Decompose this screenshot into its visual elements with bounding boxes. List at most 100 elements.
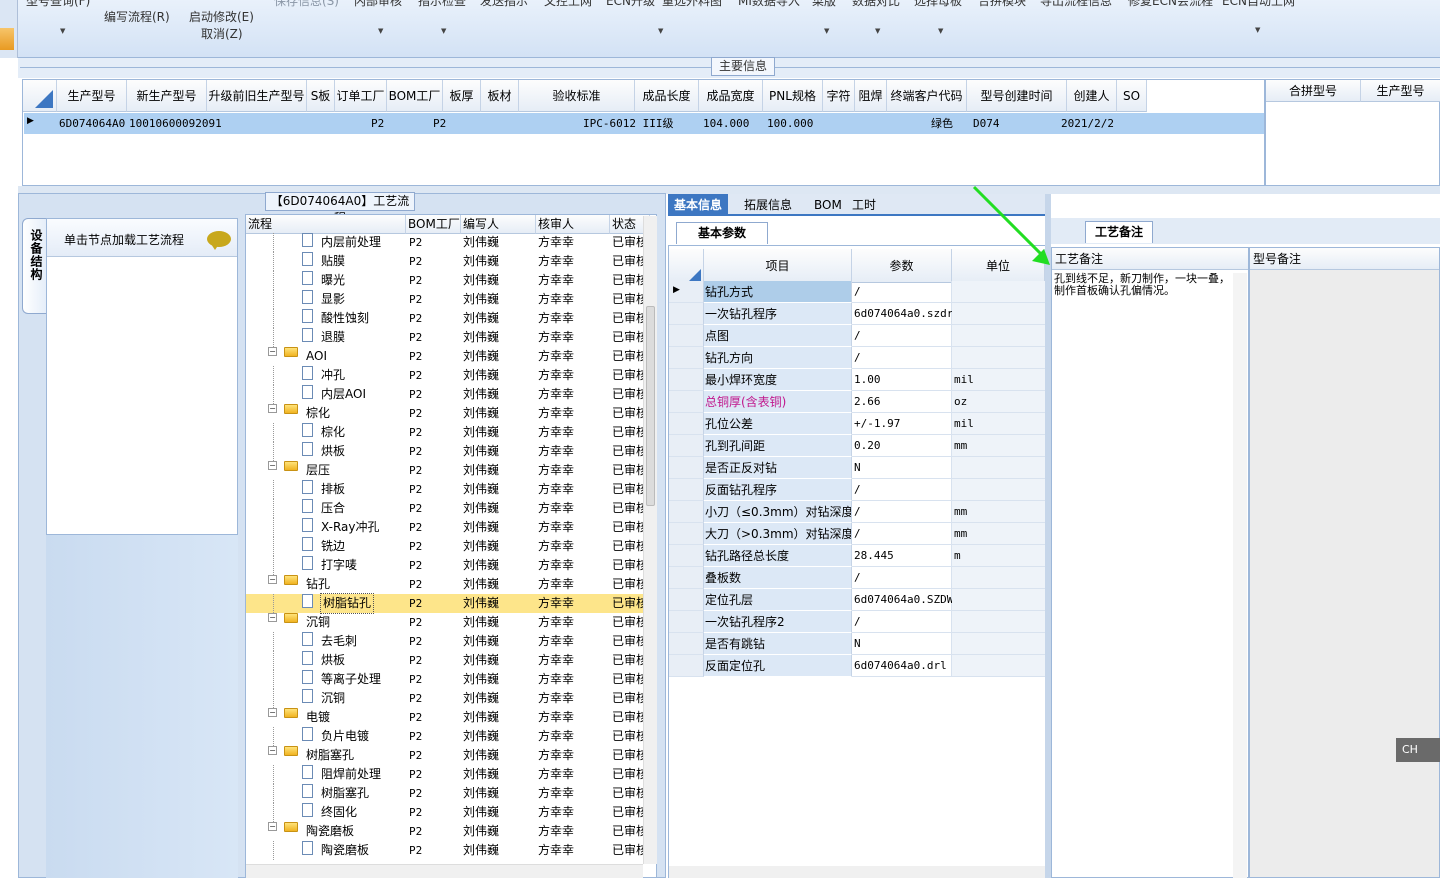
ribbon-button-4[interactable]: 发送指示 xyxy=(480,0,528,9)
tree-row[interactable]: 等离子处理 P2 刘伟巍 方幸幸 已审核 xyxy=(246,670,646,689)
collapse-toggle-icon[interactable]: − xyxy=(268,575,277,584)
column-header[interactable]: 成品长度 xyxy=(635,80,699,112)
tree-column-header[interactable]: 编写人 xyxy=(461,215,536,234)
params-row[interactable]: 反面定位孔 6d074064a0.drl xyxy=(669,655,1045,677)
column-header[interactable]: 新生产型号 xyxy=(127,80,207,112)
app-menu-button[interactable] xyxy=(0,28,14,50)
param-value[interactable]: / xyxy=(852,325,952,347)
tree-row[interactable]: X-Ray冲孔 P2 刘伟巍 方幸幸 已审核 xyxy=(246,518,646,537)
dropdown-arrow-icon[interactable]: ▼ xyxy=(875,27,880,35)
tree-row[interactable]: 内层前处理 P2 刘伟巍 方幸幸 已审核 xyxy=(246,233,646,252)
tree-column-header[interactable]: BOM工厂 xyxy=(406,215,461,234)
collapse-toggle-icon[interactable]: − xyxy=(268,404,277,413)
param-value[interactable]: / xyxy=(852,281,952,303)
tree-row[interactable]: 酸性蚀刻 P2 刘伟巍 方幸幸 已审核 xyxy=(246,309,646,328)
params-row[interactable]: 一次钻孔程序2/ xyxy=(669,611,1045,633)
process-notes-text[interactable]: 孔到线不足，新刀制作，一块一叠，制作首板确认孔偏情况。 xyxy=(1054,273,1232,297)
ribbon-button-8[interactable]: MI数据导入 xyxy=(738,0,800,9)
param-value[interactable]: N xyxy=(852,457,952,479)
column-header[interactable]: SO xyxy=(1117,80,1147,112)
tab-basic-params[interactable]: 基本参数 xyxy=(676,222,768,244)
tree-row[interactable]: 烘板 P2 刘伟巍 方幸幸 已审核 xyxy=(246,651,646,670)
param-value[interactable]: / xyxy=(852,523,952,545)
collapse-toggle-icon[interactable]: − xyxy=(268,461,277,470)
params-row[interactable]: 反面钻孔程序 / xyxy=(669,479,1045,501)
collapse-toggle-icon[interactable]: − xyxy=(268,822,277,831)
ribbon-button-2[interactable]: 内部审核 xyxy=(354,0,402,9)
param-value[interactable]: 6d074064a0.drl xyxy=(852,655,952,677)
detail-tab[interactable]: 工时 xyxy=(846,194,882,216)
param-value[interactable]: / xyxy=(852,347,952,369)
params-row[interactable]: ▶ 钻孔方式 / xyxy=(669,281,1045,303)
params-row[interactable]: 小刀（≤0.3mm）对钻深度 / mm xyxy=(669,501,1045,523)
column-header[interactable]: 生产型号 xyxy=(57,80,127,112)
param-value[interactable]: 2.66 xyxy=(852,391,952,413)
ribbon-button-12[interactable]: 合拼模块 xyxy=(978,0,1026,9)
column-header[interactable]: 生产型号 xyxy=(1361,80,1440,102)
main-info-grid[interactable]: 生产型号 新生产型号 升级前旧生产型号 S板 订单工厂 BOM工厂 板厚 板材 验收标准 成品长度… xyxy=(22,79,1265,186)
ribbon-button-10[interactable]: 数据对比 xyxy=(852,0,900,9)
tree-row[interactable]: 阻焊前处理 P2 刘伟巍 方幸幸 已审核 xyxy=(246,765,646,784)
ribbon-button-6[interactable]: ECN升级 xyxy=(606,0,655,9)
column-header[interactable]: 板材 xyxy=(481,80,519,112)
params-row[interactable]: 是否有跳钻 N xyxy=(669,633,1045,655)
compose-flow-button[interactable]: 编写流程(R) xyxy=(104,8,170,25)
params-row[interactable]: 钻孔路径总长度 28.445 m xyxy=(669,545,1045,567)
detail-tab[interactable]: BOM xyxy=(808,194,848,216)
ribbon-button-3[interactable]: 指示检查 xyxy=(418,0,466,9)
params-row[interactable]: 孔位公差 +/-1.97 mil xyxy=(669,413,1045,435)
tree-row[interactable]: 排板 P2 刘伟巍 方幸幸 已审核 xyxy=(246,480,646,499)
tree-row[interactable]: 铣边 P2 刘伟巍 方幸幸 已审核 xyxy=(246,537,646,556)
dropdown-arrow-icon[interactable]: ▼ xyxy=(1255,26,1260,34)
tree-vertical-scrollbar[interactable] xyxy=(643,216,657,864)
params-row[interactable]: 叠板数 / xyxy=(669,567,1045,589)
dropdown-arrow-icon[interactable]: ▼ xyxy=(378,27,383,35)
tree-row[interactable]: 贴膜 P2 刘伟巍 方幸幸 已审核 xyxy=(246,252,646,271)
start-modify-button[interactable]: 启动修改(E) xyxy=(189,8,254,25)
collapse-toggle-icon[interactable]: − xyxy=(268,746,277,755)
params-horizontal-scrollbar[interactable] xyxy=(669,866,1045,878)
ribbon-button-7[interactable]: 重选外料图 xyxy=(662,0,722,9)
tree-row[interactable]: − 树脂塞孔 P2 刘伟巍 方幸幸 已审核 xyxy=(246,746,646,765)
dropdown-arrow-icon[interactable]: ▼ xyxy=(441,27,446,35)
column-header[interactable]: 字符 xyxy=(823,80,855,112)
ime-indicator[interactable]: CH xyxy=(1396,738,1440,762)
tree-row[interactable]: 棕化 P2 刘伟巍 方幸幸 已审核 xyxy=(246,423,646,442)
column-header[interactable]: PNL规格 xyxy=(763,80,823,112)
column-header[interactable]: 阻焊 xyxy=(855,80,887,112)
params-row[interactable]: 最小焊环宽度 1.00 mil xyxy=(669,369,1045,391)
ribbon-button-5[interactable]: 文控上网 xyxy=(544,0,592,9)
ribbon-button-9[interactable]: 菜版 xyxy=(812,0,836,9)
tree-row[interactable]: 显影 P2 刘伟巍 方幸幸 已审核 xyxy=(246,290,646,309)
tree-row[interactable]: − 陶瓷磨板 P2 刘伟巍 方幸幸 已审核 xyxy=(246,822,646,841)
side-tab-equipment[interactable]: 设备结构 xyxy=(22,218,46,314)
param-value[interactable]: 6d074064a0.szdrl xyxy=(852,303,960,325)
params-row[interactable]: 钻孔方向 / xyxy=(669,347,1045,369)
column-header[interactable]: 型号创建时间 xyxy=(967,80,1067,112)
comment-icon[interactable] xyxy=(207,231,231,250)
collapse-toggle-icon[interactable]: − xyxy=(268,708,277,717)
column-header[interactable]: 合拼型号 xyxy=(1266,80,1361,102)
ribbon-button-13[interactable]: 导出流程信息 xyxy=(1040,0,1112,9)
param-value[interactable]: / xyxy=(852,479,952,501)
cancel-button[interactable]: 取消(Z) xyxy=(201,25,243,42)
tree-row[interactable]: − 钻孔 P2 刘伟巍 方幸幸 已审核 xyxy=(246,575,646,594)
column-header[interactable]: 升级前旧生产型号 xyxy=(207,80,307,112)
tree-row[interactable]: 退膜 P2 刘伟巍 方幸幸 已审核 xyxy=(246,328,646,347)
tree-row[interactable]: − 棕化 P2 刘伟巍 方幸幸 已审核 xyxy=(246,404,646,423)
detail-tab[interactable]: 拓展信息 xyxy=(738,194,798,216)
param-value[interactable]: 28.445 xyxy=(852,545,952,567)
tree-row[interactable]: 负片电镀 P2 刘伟巍 方幸幸 已审核 xyxy=(246,727,646,746)
detail-tab[interactable]: 基本信息 xyxy=(668,194,729,216)
column-header[interactable]: 验收标准 xyxy=(519,80,635,112)
params-row[interactable]: 孔到孔间距 0.20 mm xyxy=(669,435,1045,457)
tree-row[interactable]: − 电镀 P2 刘伟巍 方幸幸 已审核 xyxy=(246,708,646,727)
param-value[interactable]: 0.20 xyxy=(852,435,952,457)
ribbon-button-0[interactable]: 型号查询(F) xyxy=(26,0,90,9)
column-header[interactable]: BOM工厂 xyxy=(387,80,443,112)
tree-horizontal-scrollbar[interactable] xyxy=(246,864,643,878)
param-value[interactable]: +/-1.97 xyxy=(852,413,952,435)
collapse-toggle-icon[interactable]: − xyxy=(268,347,277,356)
tree-row[interactable]: 树脂钻孔 P2 刘伟巍 方幸幸 已审核 xyxy=(246,593,646,614)
tree-row[interactable]: 冲孔 P2 刘伟巍 方幸幸 已审核 xyxy=(246,366,646,385)
